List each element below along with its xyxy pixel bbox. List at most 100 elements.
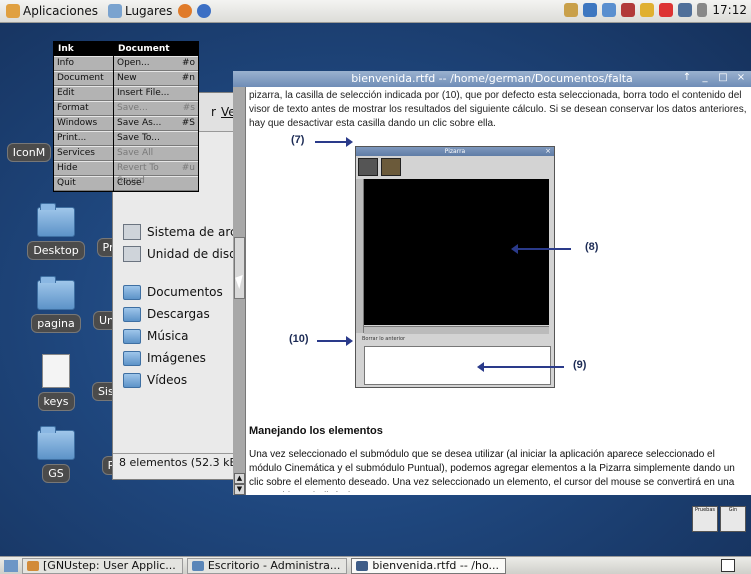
desktop-icon-label: Desktop bbox=[27, 241, 85, 260]
document-menu-item[interactable]: Insert File... bbox=[114, 86, 198, 101]
section-heading: Manejando los elementos bbox=[249, 425, 383, 437]
label-10: (10) bbox=[289, 333, 309, 345]
pizarra-canvas bbox=[364, 179, 549, 325]
tray-battery-icon[interactable] bbox=[678, 3, 693, 17]
mini-app-label: Gin bbox=[728, 507, 738, 513]
document-menu-item-shortcut: #u bbox=[181, 163, 195, 173]
folder-icon bbox=[123, 350, 141, 366]
file-icon bbox=[42, 354, 70, 388]
document-menu-item-shortcut: #S bbox=[181, 118, 195, 128]
task-label: [GNUstep: User Applic... bbox=[43, 558, 176, 572]
system-tray: 17:12 bbox=[564, 3, 747, 17]
document-menu-item[interactable]: Save To... bbox=[114, 131, 198, 146]
tray-tool-icon[interactable] bbox=[564, 3, 579, 17]
places-menu[interactable]: Lugares bbox=[107, 4, 172, 18]
workspace-switcher[interactable] bbox=[721, 559, 735, 572]
label-8: (8) bbox=[585, 241, 599, 253]
ink-menu-item-label: Quit bbox=[57, 178, 76, 188]
tray-mail-icon[interactable] bbox=[621, 3, 636, 17]
scroll-thumb[interactable] bbox=[234, 237, 245, 299]
place-item-musica[interactable]: Música bbox=[123, 327, 189, 345]
document-menu-item-label: Save To... bbox=[117, 133, 160, 143]
document-menu-item-label: Save All bbox=[117, 148, 154, 158]
task-escritorio[interactable]: Escritorio - Administra... bbox=[186, 557, 348, 574]
document-menu-item-shortcut: #n bbox=[181, 73, 195, 83]
show-desktop-icon[interactable] bbox=[4, 559, 18, 572]
close-icon[interactable]: × bbox=[735, 72, 747, 84]
place-label: Imágenes bbox=[147, 351, 206, 365]
top-panel: Aplicaciones Lugares 17:12 bbox=[0, 0, 751, 23]
arrow-9 bbox=[477, 362, 564, 372]
arrow-7 bbox=[315, 137, 353, 147]
desktop-icon-label: pagina bbox=[31, 314, 81, 333]
tray-brush-icon[interactable] bbox=[583, 3, 598, 17]
folder-icon bbox=[37, 203, 75, 237]
mini-app-pruebas[interactable]: Pruebas bbox=[692, 506, 718, 532]
status-bar: 8 elementos (52.3 kB), bbox=[113, 453, 247, 474]
document-menu-item[interactable]: Close bbox=[114, 176, 198, 191]
document-menu-item-label: Close bbox=[117, 178, 142, 188]
ink-menu-item-label: Hide bbox=[57, 163, 78, 173]
task-bienvenida[interactable]: bienvenida.rtfd -- /ho... bbox=[351, 557, 506, 574]
document-menu-item[interactable]: New #n bbox=[114, 71, 198, 86]
document-menu: Document Open... #o New #n Insert File... Sav… bbox=[113, 41, 199, 192]
minimize-icon[interactable]: _ bbox=[699, 72, 711, 84]
desktop-icon-label: GS bbox=[42, 464, 70, 483]
ink-menu-item-label: Edit bbox=[57, 88, 75, 98]
tool-icon bbox=[358, 158, 378, 176]
paragraph: Una vez seleccionado el submódulo que se… bbox=[249, 449, 735, 492]
arrow-10 bbox=[317, 336, 353, 346]
tray-settings-icon[interactable] bbox=[640, 3, 655, 17]
arrow-8 bbox=[511, 244, 571, 254]
document-menu-item[interactable]: Save... #s bbox=[114, 101, 198, 116]
place-item-imagenes[interactable]: Imágenes bbox=[123, 349, 206, 367]
document-menu-item-shortcut: #s bbox=[182, 103, 195, 113]
desktop-icon-pagina[interactable]: pagina bbox=[21, 276, 91, 333]
maximize-icon[interactable]: □ bbox=[717, 72, 729, 84]
place-item-documentos[interactable]: Documentos bbox=[123, 283, 223, 301]
document-menu-item-label: Save As... bbox=[117, 118, 162, 128]
close-icon: × bbox=[545, 147, 551, 155]
desktop-icon-gs[interactable]: GS bbox=[21, 426, 91, 483]
document-menu-item-label: Revert To Saved bbox=[117, 163, 159, 186]
desktop-icon-desktop[interactable]: Desktop bbox=[21, 203, 91, 260]
window-titlebar[interactable]: bienvenida.rtfd -- /home/german/Document… bbox=[233, 71, 751, 87]
taskbar: [GNUstep: User Applic... Escritorio - Ad… bbox=[0, 556, 751, 574]
tray-update-icon[interactable] bbox=[659, 3, 674, 17]
pizarra-titlebar: Pizarra × bbox=[356, 147, 554, 156]
desktop-icon-keys[interactable]: keys bbox=[21, 354, 91, 411]
place-item-videos[interactable]: Vídeos bbox=[123, 371, 187, 389]
place-label: Descargas bbox=[147, 307, 210, 321]
vertical-scrollbar[interactable]: ▲ ▼ bbox=[233, 87, 246, 495]
disk-icon bbox=[123, 246, 141, 262]
menu-r[interactable]: r bbox=[211, 105, 216, 119]
task-label: Escritorio - Administra... bbox=[207, 558, 341, 572]
document-menu-item[interactable]: Revert To Saved #u bbox=[114, 161, 198, 186]
label-9: (9) bbox=[573, 359, 587, 371]
clock[interactable]: 17:12 bbox=[712, 3, 747, 17]
document-content: pizarra, la casilla de selección indicad… bbox=[249, 89, 749, 131]
label-7: (7) bbox=[291, 134, 305, 146]
scroll-up-arrow[interactable]: ▲ bbox=[234, 473, 245, 484]
ink-menu-item-label: Windows bbox=[57, 118, 98, 128]
applications-menu[interactable]: Aplicaciones bbox=[6, 4, 98, 18]
shade-icon[interactable]: ↑ bbox=[681, 72, 693, 84]
folder-icon bbox=[123, 372, 141, 388]
place-label: Documentos bbox=[147, 285, 223, 299]
tray-network-icon[interactable] bbox=[602, 3, 617, 17]
help-icon[interactable] bbox=[197, 4, 212, 18]
folder-icon bbox=[37, 426, 75, 460]
pizarra-hscrollbar bbox=[364, 326, 549, 334]
volume-icon[interactable] bbox=[697, 3, 708, 17]
document-menu-item[interactable]: Save As... #S bbox=[114, 116, 198, 131]
pizarra-toolbar bbox=[356, 156, 554, 180]
scroll-down-arrow[interactable]: ▼ bbox=[234, 484, 245, 495]
mini-app-gin[interactable]: Gin bbox=[720, 506, 746, 532]
task-gnustep[interactable]: [GNUstep: User Applic... bbox=[22, 557, 183, 574]
document-menu-item[interactable]: Save All bbox=[114, 146, 198, 161]
document-menu-item[interactable]: Open... #o bbox=[114, 56, 198, 71]
task-label: bienvenida.rtfd -- /ho... bbox=[372, 558, 499, 572]
tool-icon bbox=[381, 158, 401, 176]
place-item-descargas[interactable]: Descargas bbox=[123, 305, 210, 323]
firefox-icon[interactable] bbox=[178, 4, 193, 18]
